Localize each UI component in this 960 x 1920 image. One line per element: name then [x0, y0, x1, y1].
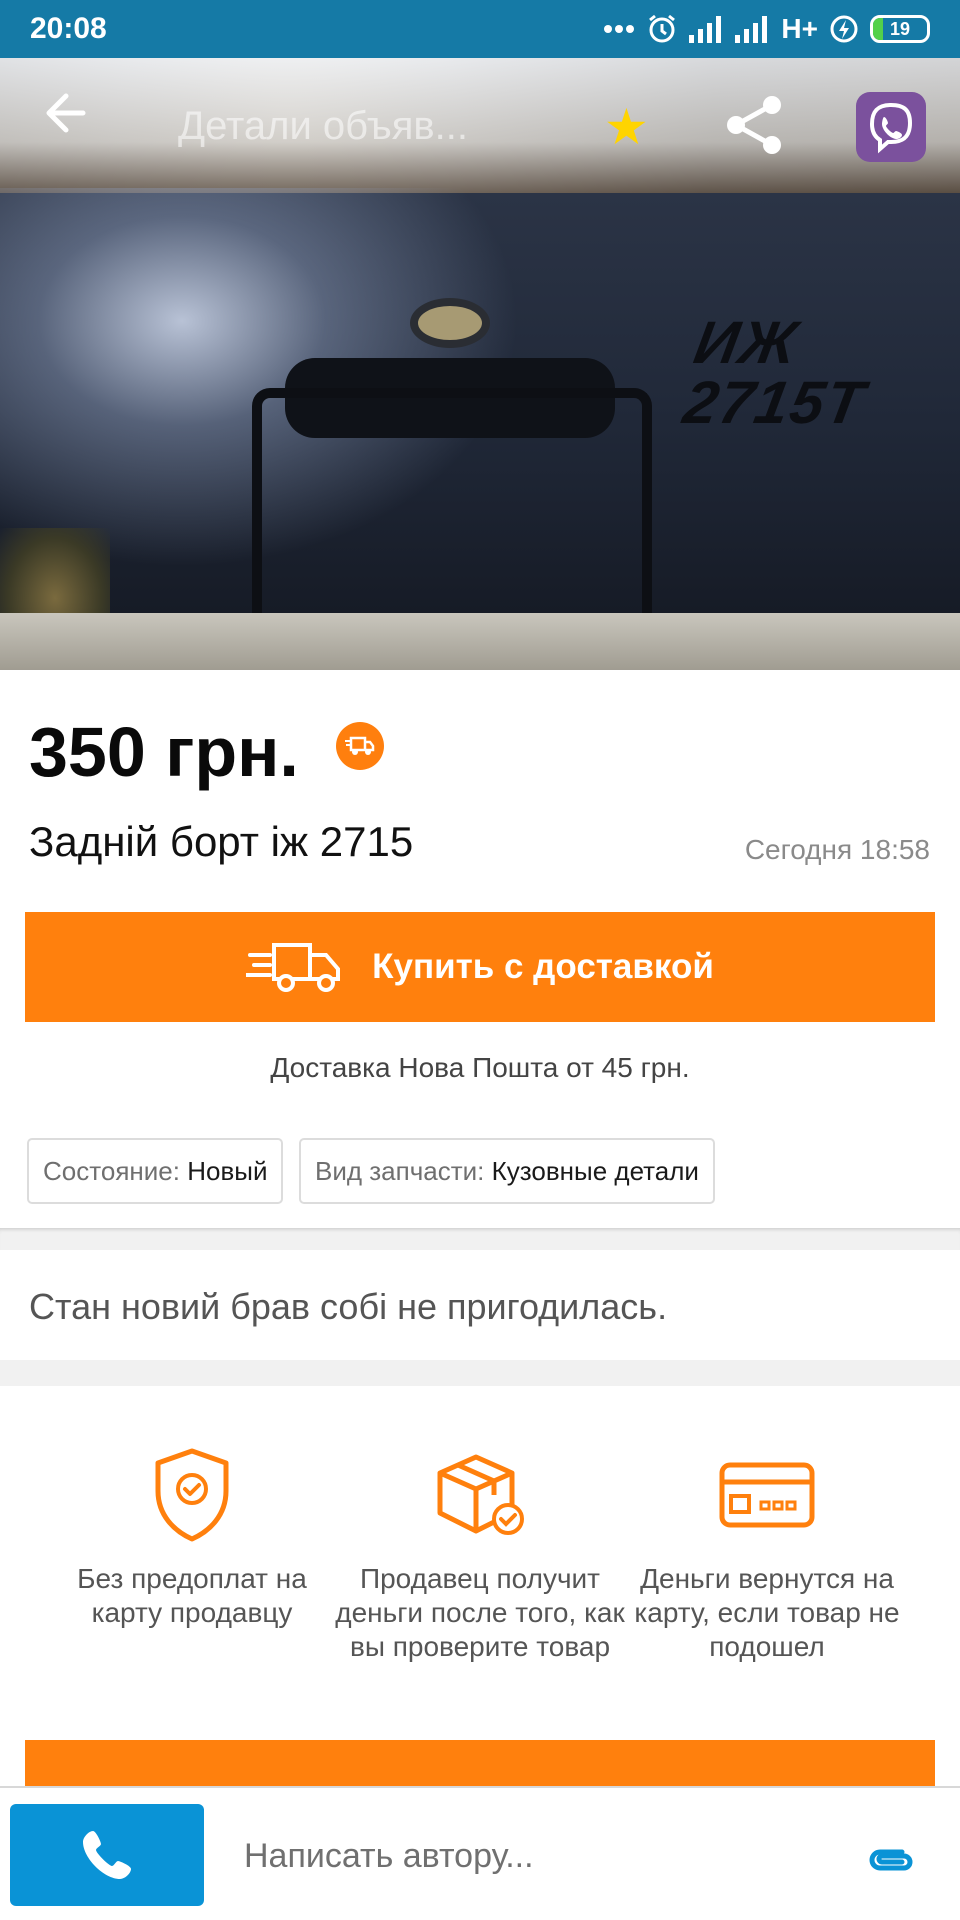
- part-type-tag: Вид запчасти: Кузовные детали: [299, 1138, 715, 1204]
- box-check-icon: [437, 1454, 524, 1535]
- attach-button[interactable]: [862, 1832, 918, 1888]
- signal-icon: [689, 15, 723, 43]
- price: 350 грн.: [29, 713, 299, 791]
- battery-fill: [873, 18, 884, 40]
- status-time: 20:08: [30, 12, 107, 45]
- gallery-pagination: [456, 678, 492, 692]
- star-icon: ★: [604, 99, 649, 155]
- emboss-line-1: ИЖ: [689, 309, 805, 376]
- feature-seller-paid-after-check: Продавец получит деньги после того, как …: [335, 1440, 625, 1664]
- photo-emboss: ИЖ 2715Т: [678, 309, 880, 436]
- photo-ground: [0, 613, 960, 670]
- section-divider: [0, 1228, 960, 1250]
- gallery-page-dot[interactable]: [478, 678, 492, 692]
- page-title: Детали объяв...: [178, 104, 468, 148]
- share-icon: [727, 96, 781, 154]
- network-type: H+: [781, 13, 818, 44]
- gallery-page-dot[interactable]: [456, 678, 470, 692]
- buy-with-delivery-button[interactable]: Купить с доставкой: [25, 912, 935, 1022]
- listing-date: Сегодня 18:58: [744, 834, 930, 865]
- battery-level: 19: [889, 18, 911, 39]
- section-divider: [0, 1360, 960, 1386]
- delivery-truck-icon: [246, 943, 341, 992]
- feature-no-prepayment: Без предоплат на карту продавцу: [47, 1440, 337, 1630]
- status-icons: H+ 19: [603, 13, 930, 45]
- photo-bolt: [410, 298, 490, 348]
- back-button[interactable]: [40, 88, 90, 138]
- shield-check-icon: [155, 1448, 229, 1542]
- phone-icon: [83, 1831, 131, 1879]
- delivery-badge: [336, 722, 384, 770]
- feature-money-back: Деньги вернутся на карту, если товар не …: [622, 1440, 912, 1664]
- part-type-key: Вид запчасти:: [315, 1155, 485, 1186]
- feature-text: Продавец получит деньги после того, как …: [335, 1563, 625, 1662]
- call-button[interactable]: [10, 1804, 204, 1906]
- alarm-icon: [647, 14, 677, 44]
- delivery-note: Доставка Нова Пошта от 45 грн.: [270, 1052, 690, 1083]
- more-dots-icon: [603, 24, 635, 34]
- message-author-input[interactable]: [244, 1826, 804, 1886]
- status-bar: 20:08 H+ 19: [0, 0, 960, 58]
- signal-icon: [735, 15, 769, 43]
- top-app-bar: Детали объяв... ★: [0, 58, 960, 692]
- feature-text: Деньги вернутся на карту, если товар не …: [634, 1563, 900, 1662]
- bottom-bar: [0, 1786, 960, 1920]
- charging-icon: [830, 14, 858, 44]
- listing-description: Стан новий брав собі не пригодилась.: [29, 1286, 668, 1327]
- card-icon: [719, 1462, 815, 1528]
- buy-with-delivery-label: Купить с доставкой: [372, 947, 714, 986]
- battery-icon: 19: [870, 15, 930, 43]
- feature-text: Без предоплат на карту продавцу: [77, 1563, 307, 1628]
- part-type-value: Кузовные детали: [491, 1155, 699, 1186]
- truck-icon: [345, 736, 375, 755]
- viber-icon: [869, 102, 913, 154]
- condition-value: Новый: [187, 1155, 268, 1186]
- listing-title: Задній борт іж 2715: [29, 818, 414, 865]
- emboss-line-2: 2715Т: [678, 369, 871, 436]
- share-button[interactable]: [722, 92, 788, 158]
- condition-key: Состояние:: [43, 1155, 180, 1186]
- viber-button[interactable]: [856, 92, 926, 162]
- paperclip-icon: [869, 1849, 913, 1871]
- condition-tag: Состояние: Новый: [27, 1138, 284, 1204]
- photo-bracket: [252, 388, 652, 638]
- favorite-button[interactable]: ★: [604, 102, 649, 152]
- back-arrow-icon: [46, 93, 86, 133]
